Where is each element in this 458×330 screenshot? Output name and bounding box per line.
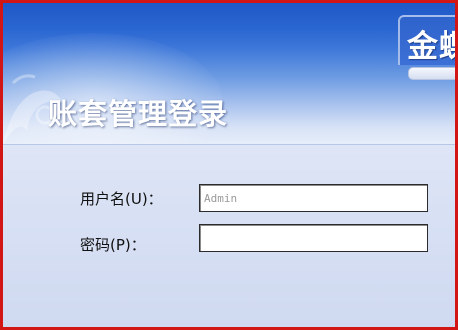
page-title: 账套管理登录 [48, 97, 229, 131]
header-banner: 金蝶 账套管理登录 [3, 3, 455, 144]
header-divider [3, 144, 455, 145]
password-label: 密码(P)： [80, 236, 146, 254]
login-window: 金蝶 账套管理登录 用户名(U)： 密码(P)： [0, 0, 458, 330]
username-label: 用户名(U)： [80, 190, 163, 208]
password-input[interactable] [199, 224, 428, 252]
brand-logo-text: 金蝶 [407, 29, 455, 65]
username-input[interactable] [199, 184, 428, 212]
brand-logo-strip [408, 67, 455, 80]
